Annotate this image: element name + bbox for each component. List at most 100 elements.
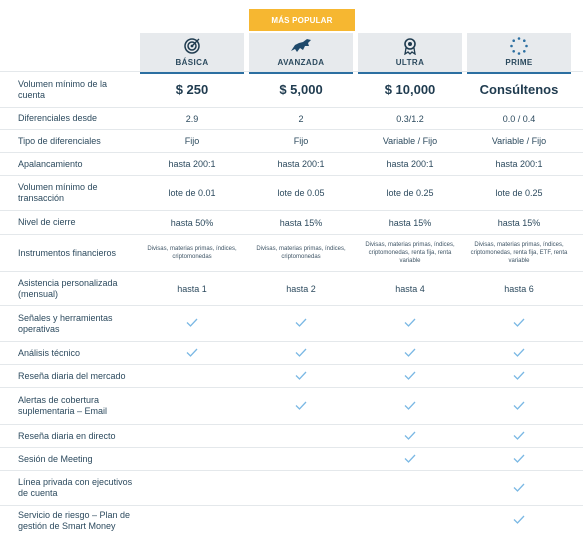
feature-value: hasta 15%	[388, 217, 432, 228]
feature-label: Apalancamiento	[18, 158, 83, 169]
pricing-table: Más popular BÁSICA AVANZADA	[0, 0, 583, 531]
feature-value: Variable / Fijo	[382, 136, 438, 146]
feature-label: Análisis técnico	[18, 347, 81, 358]
check-cell	[467, 425, 571, 447]
check-icon	[513, 371, 525, 382]
check-cell	[467, 471, 571, 505]
empty-cell	[249, 471, 353, 505]
check-icon	[513, 483, 525, 494]
check-icon	[513, 515, 525, 526]
feature-value: lote de 0.25	[386, 188, 434, 198]
feature-value: hasta 200:1	[168, 159, 216, 169]
feature-label: Reseña diaria del mercado	[18, 370, 126, 381]
feature-label: Alertas de cobertura suplementaria – Ema…	[18, 395, 108, 416]
check-cell	[358, 365, 462, 387]
feature-label: Volumen mínimo de transacción	[18, 182, 98, 203]
check-cell	[467, 388, 571, 424]
check-icon	[404, 431, 416, 442]
check-cell	[249, 306, 353, 341]
table-row: Apalancamiento hasta 200:1 hasta 200:1 hast…	[0, 152, 583, 175]
table-row: Reseña diaria del mercado	[0, 364, 583, 387]
feature-value: 2	[298, 113, 304, 124]
feature-label: Diferenciales desde	[18, 113, 98, 123]
feature-label: Volumen mínimo de la cuenta	[18, 78, 108, 100]
table-row: Alertas de cobertura suplementaria – Ema…	[0, 387, 583, 424]
feature-value: hasta 15%	[497, 217, 541, 228]
check-cell	[467, 365, 571, 387]
table-row: Asistencia personalizada (mensual) hasta …	[0, 271, 583, 305]
feature-value: lote de 0.05	[277, 188, 325, 198]
plan-header-prime: PRIME	[467, 33, 571, 74]
check-cell	[358, 306, 462, 341]
feature-value: hasta 200:1	[277, 159, 325, 169]
empty-cell	[140, 425, 244, 447]
check-cell	[140, 342, 244, 364]
bull-icon	[289, 36, 313, 56]
table-row: Sesión de Meeting	[0, 447, 583, 470]
check-icon	[295, 348, 307, 359]
feature-value: hasta 1	[177, 283, 207, 294]
empty-cell	[358, 471, 462, 505]
plan-name: ULTRA	[395, 58, 425, 67]
check-icon	[186, 318, 198, 329]
feature-value: $ 5,000	[279, 82, 323, 97]
feature-value: hasta 15%	[279, 217, 323, 228]
empty-cell	[140, 365, 244, 387]
check-icon	[295, 318, 307, 329]
most-popular-badge: Más popular	[249, 9, 355, 31]
plan-header-ultra: ULTRA	[358, 33, 462, 74]
table-row: Volumen mínimo de transacción lote de 0.0…	[0, 175, 583, 210]
feature-label: Tipo de diferenciales	[18, 135, 101, 146]
star-circle-icon	[509, 36, 529, 56]
table-row: Línea privada con ejecutivos de cuenta	[0, 470, 583, 505]
medal-icon	[402, 36, 418, 56]
check-cell	[467, 342, 571, 364]
feature-value: lote de 0.25	[495, 188, 543, 198]
check-cell	[467, 448, 571, 470]
check-icon	[513, 318, 525, 329]
feature-label: Nivel de cierre	[18, 217, 76, 227]
check-cell	[358, 425, 462, 447]
check-icon	[404, 401, 416, 412]
check-cell	[467, 306, 571, 341]
target-icon	[183, 36, 201, 56]
empty-cell	[140, 388, 244, 424]
check-icon	[295, 401, 307, 412]
plan-name: AVANZADA	[277, 58, 325, 67]
feature-value: hasta 50%	[170, 217, 214, 228]
check-icon	[513, 348, 525, 359]
feature-value: lote de 0.01	[168, 188, 216, 198]
feature-label: Asistencia personalizada (mensual)	[18, 277, 118, 299]
feature-label: Instrumentos financieros	[18, 247, 117, 258]
check-icon	[186, 348, 198, 359]
empty-cell	[140, 471, 244, 505]
feature-value: Divisas, materias primas, índices, cript…	[256, 246, 346, 260]
plan-header-avanzada: AVANZADA	[249, 33, 353, 74]
table-row: Nivel de cierre hasta 50% hasta 15% hasta 1…	[0, 210, 583, 234]
check-cell	[249, 388, 353, 424]
plan-name: BÁSICA	[175, 58, 209, 67]
feature-value: hasta 4	[395, 283, 425, 294]
feature-value: hasta 200:1	[386, 159, 434, 169]
feature-value: $ 250	[175, 82, 209, 97]
feature-value: Fijo	[293, 136, 309, 146]
plan-header-basica: BÁSICA	[140, 33, 244, 74]
plan-name: PRIME	[505, 58, 533, 67]
feature-value: 0.0 / 0.4	[502, 113, 536, 124]
table-row: Señales y herramientas operativas	[0, 305, 583, 341]
empty-cell	[249, 448, 353, 470]
check-icon	[404, 318, 416, 329]
table-row: Análisis técnico	[0, 341, 583, 364]
feature-label: Reseña diaria en directo	[18, 430, 116, 441]
check-cell	[358, 388, 462, 424]
feature-value: Variable / Fijo	[491, 136, 547, 146]
feature-value: Fijo	[184, 136, 200, 146]
feature-label: Señales y herramientas operativas	[18, 312, 113, 334]
table-row: Tipo de diferenciales Fijo Fijo Variable / …	[0, 129, 583, 152]
check-icon	[513, 431, 525, 442]
check-cell	[140, 306, 244, 341]
feature-value: Divisas, materias primas, índices, cript…	[365, 242, 455, 264]
feature-value: hasta 6	[504, 283, 534, 294]
check-cell	[358, 342, 462, 364]
check-icon	[404, 371, 416, 382]
